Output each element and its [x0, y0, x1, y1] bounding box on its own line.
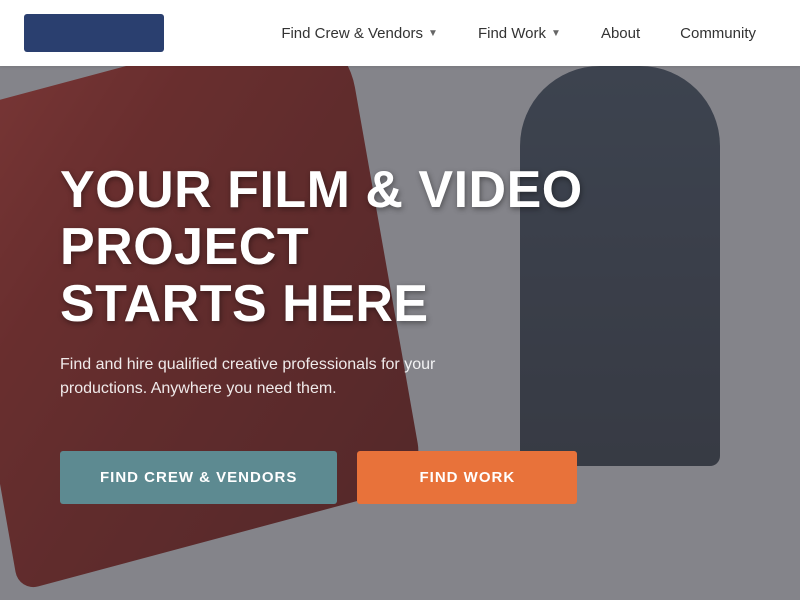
logo[interactable] — [24, 14, 164, 52]
chevron-down-icon: ▼ — [428, 28, 438, 39]
hero-title: YOUR FILM & VIDEO PROJECT STARTS HERE — [60, 162, 620, 334]
navbar: Find Crew & Vendors ▼ Find Work ▼ About … — [0, 0, 800, 66]
chevron-down-icon: ▼ — [551, 28, 561, 39]
nav-item-about[interactable]: About — [581, 25, 660, 42]
nav-item-find-work[interactable]: Find Work ▼ — [458, 25, 581, 42]
find-work-button[interactable]: FIND WORK — [357, 451, 577, 504]
hero-subtitle: Find and hire qualified creative profess… — [60, 353, 460, 401]
hero-buttons: FIND CREW & VENDORS FIND WORK — [60, 451, 740, 504]
nav-item-find-crew[interactable]: Find Crew & Vendors ▼ — [261, 25, 458, 42]
nav-item-community[interactable]: Community — [660, 25, 776, 42]
nav-links: Find Crew & Vendors ▼ Find Work ▼ About … — [261, 25, 776, 42]
find-crew-button[interactable]: FIND CREW & VENDORS — [60, 451, 337, 504]
hero-content: YOUR FILM & VIDEO PROJECT STARTS HERE Fi… — [0, 66, 800, 600]
